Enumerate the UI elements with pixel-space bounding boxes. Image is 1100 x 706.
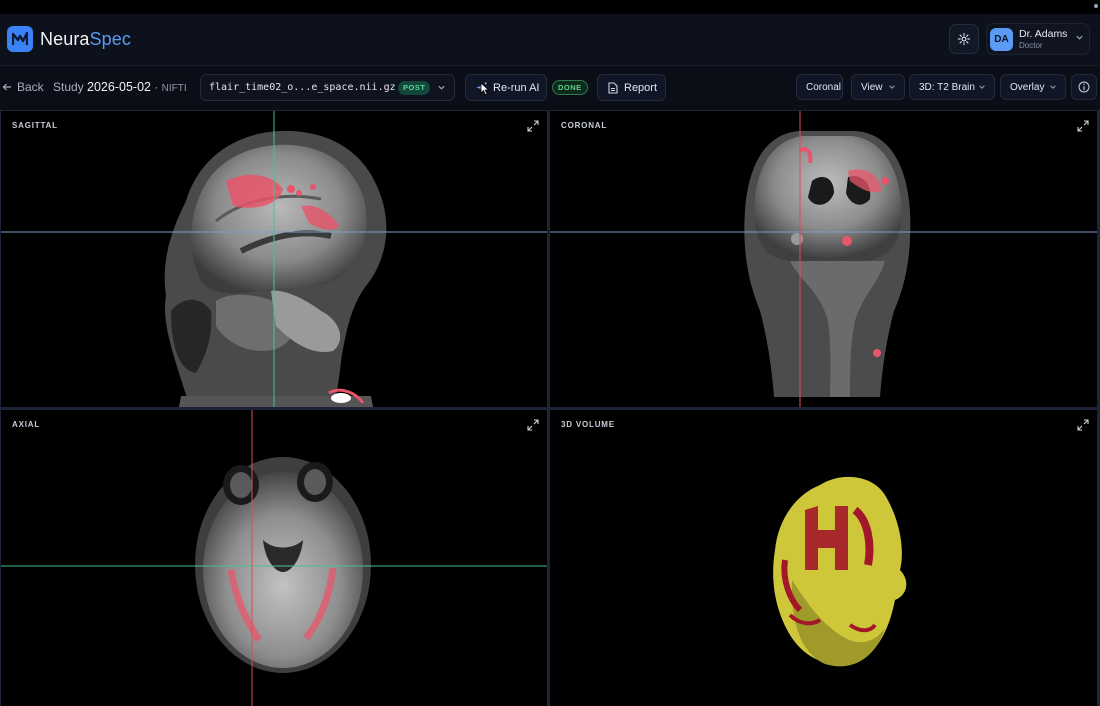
- rerun-ai-button[interactable]: Re-run AI: [465, 74, 547, 101]
- brand-part-2: Spec: [89, 29, 131, 49]
- view-select[interactable]: View: [851, 74, 905, 100]
- chevron-down-icon: [979, 85, 985, 89]
- chevron-down-icon: [1050, 85, 1056, 89]
- brand-part-1: Neura: [40, 29, 90, 49]
- avatar: DA: [990, 28, 1013, 51]
- volume-render-image: [773, 476, 907, 667]
- user-role: Doctor: [1019, 41, 1043, 50]
- overlay-label: Overlay: [1010, 82, 1045, 93]
- document-icon: [608, 82, 618, 94]
- study-format: NIFTI: [161, 83, 187, 94]
- volume-label: 3D: T2 Brain: [919, 82, 975, 93]
- expand-icon[interactable]: [527, 120, 539, 132]
- study-toolbar: Back Study 2026-05-02 · NIFTI flair_time…: [0, 66, 1100, 110]
- coronal-viewport[interactable]: CORONAL: [550, 111, 1097, 407]
- chevron-down-icon: [1076, 35, 1083, 40]
- axial-viewport[interactable]: AXIAL: [1, 410, 547, 706]
- study-separator: ·: [154, 80, 159, 94]
- volume-select[interactable]: 3D: T2 Brain: [909, 74, 995, 100]
- overlay-select[interactable]: Overlay: [1000, 74, 1066, 100]
- user-menu[interactable]: DA Dr. Adams Doctor: [986, 23, 1090, 55]
- viewport-label: AXIAL: [12, 420, 40, 429]
- viewport-grid: SAGITTAL CORONAL AXIAL 3D VOLUME: [0, 110, 1100, 706]
- report-button[interactable]: Report: [597, 74, 666, 101]
- post-badge: POST: [398, 81, 431, 95]
- viewport-label: CORONAL: [561, 121, 608, 130]
- study-label: Study: [53, 80, 84, 94]
- coronal-scan-image: [550, 111, 1097, 407]
- arrow-left-icon: [2, 83, 11, 91]
- expand-icon[interactable]: [1077, 419, 1089, 431]
- sagittal-scan-image: [1, 111, 547, 407]
- gear-icon: [957, 32, 971, 46]
- chevron-down-icon: [889, 85, 895, 89]
- study-info: Study 2026-05-02 · NIFTI: [53, 80, 187, 94]
- viewport-label: SAGITTAL: [12, 121, 58, 130]
- chevron-down-icon: [438, 85, 445, 90]
- mouse-pointer-icon: [480, 82, 490, 96]
- user-name: Dr. Adams: [1019, 28, 1068, 40]
- rerun-ai-label: Re-run AI: [493, 82, 540, 94]
- file-select[interactable]: flair_time02_o...e_space.nii.gz POST: [200, 74, 455, 101]
- status-dot: [1094, 4, 1098, 8]
- info-icon: [1078, 81, 1090, 93]
- back-label: Back: [17, 80, 44, 94]
- study-date: 2026-05-02: [87, 80, 151, 94]
- sagittal-viewport[interactable]: SAGITTAL: [1, 111, 547, 407]
- coronal-plane-label: Coronal: [806, 82, 842, 93]
- viewport-label: 3D VOLUME: [561, 420, 615, 429]
- view-label: View: [861, 82, 883, 93]
- settings-button[interactable]: [949, 24, 979, 54]
- neuraspec-logo-icon[interactable]: [7, 26, 33, 52]
- info-button[interactable]: [1071, 74, 1097, 100]
- app-header: NeuraSpec DA Dr. Adams Doctor: [0, 14, 1100, 66]
- window-top-strip: [0, 0, 1100, 14]
- status-badge: DONE: [552, 80, 588, 95]
- expand-icon[interactable]: [527, 419, 539, 431]
- file-name: flair_time02_o...e_space.nii.gz: [209, 82, 396, 93]
- brand-name: NeuraSpec: [40, 29, 131, 50]
- coronal-plane-button[interactable]: Coronal: [796, 74, 843, 100]
- axial-scan-image: [1, 410, 547, 706]
- report-label: Report: [624, 82, 658, 94]
- back-button[interactable]: Back: [2, 80, 44, 94]
- expand-icon[interactable]: [1077, 120, 1089, 132]
- volume-viewport[interactable]: 3D VOLUME: [550, 410, 1097, 706]
